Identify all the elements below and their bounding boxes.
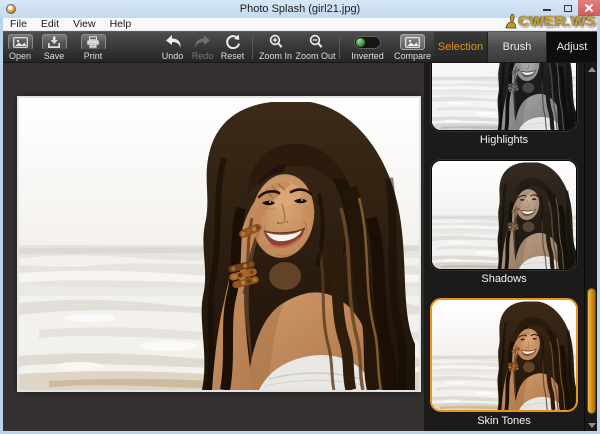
- redo-button[interactable]: Redo: [189, 32, 216, 62]
- scroll-down-button[interactable]: [585, 419, 598, 431]
- menu-view[interactable]: View: [66, 18, 103, 31]
- reset-button[interactable]: Reset: [216, 32, 249, 62]
- save-icon: [41, 34, 67, 50]
- triangle-down-icon: [587, 422, 596, 428]
- thumbnail-label: Skin Tones: [477, 415, 531, 427]
- tab-selection[interactable]: Selection: [434, 32, 487, 62]
- save-label: Save: [43, 51, 65, 61]
- thumbnail-card[interactable]: [431, 160, 577, 270]
- thumbnail-card[interactable]: [431, 63, 577, 131]
- thumbnail-card[interactable]: [430, 298, 578, 412]
- open-button[interactable]: Open: [3, 32, 37, 62]
- effects-panel: Highlights Shadows Skin Tones: [424, 62, 584, 431]
- scroll-up-button[interactable]: [585, 63, 598, 75]
- menu-help[interactable]: Help: [103, 18, 139, 31]
- maximize-icon: [563, 4, 572, 12]
- panel-scrollbar[interactable]: [584, 62, 597, 431]
- undo-label: Undo: [161, 51, 184, 61]
- menubar: File Edit View Help: [3, 18, 597, 31]
- compare-label: Compare: [393, 51, 431, 61]
- close-icon: [585, 4, 593, 12]
- tab-adjust[interactable]: Adjust: [547, 32, 597, 62]
- tab-bar: Selection Brush Adjust: [434, 32, 597, 62]
- compare-button[interactable]: Compare: [392, 32, 433, 62]
- open-icon: [7, 34, 33, 50]
- window-title: Photo Splash (girl21.jpg): [239, 3, 361, 15]
- zoom-in-icon: [268, 34, 284, 49]
- menu-edit[interactable]: Edit: [34, 18, 66, 31]
- thumbnail-label: Shadows: [481, 273, 527, 285]
- reset-icon: [225, 34, 241, 49]
- zoom-out-label: Zoom Out: [295, 51, 336, 61]
- minimize-button[interactable]: [536, 0, 557, 16]
- tab-brush[interactable]: Brush: [487, 32, 547, 62]
- print-label: Print: [83, 51, 103, 61]
- undo-icon: [164, 34, 182, 49]
- inverted-label: Inverted: [351, 51, 384, 61]
- zoom-in-label: Zoom In: [258, 51, 292, 61]
- inverted-toggle[interactable]: Inverted: [345, 32, 390, 62]
- toolbar-separator: [252, 35, 253, 59]
- image-viewport: [3, 62, 424, 431]
- zoom-out-icon: [308, 34, 324, 49]
- toolbar: Open Save Print Undo Redo Reset Zoom In …: [3, 31, 597, 62]
- zoom-in-button[interactable]: Zoom In: [256, 32, 295, 62]
- reset-label: Reset: [220, 51, 245, 61]
- thumbnail-label: Highlights: [479, 134, 529, 146]
- maximize-button[interactable]: [557, 0, 578, 16]
- toolbar-separator: [339, 35, 340, 59]
- open-label: Open: [8, 51, 32, 61]
- toggle-knob-green: [356, 38, 365, 47]
- main-photo[interactable]: [17, 96, 421, 392]
- minimize-icon: [542, 9, 551, 11]
- triangle-up-icon: [587, 66, 596, 72]
- undo-button[interactable]: Undo: [156, 32, 189, 62]
- zoom-out-button[interactable]: Zoom Out: [295, 32, 336, 62]
- scrollbar-thumb[interactable]: [587, 288, 596, 414]
- redo-icon: [194, 34, 212, 49]
- close-button[interactable]: [578, 0, 600, 16]
- toggle-switch-icon: [354, 36, 381, 49]
- print-icon: [80, 34, 106, 50]
- app-window: Photo Splash (girl21.jpg) CWER.WS File E…: [0, 0, 600, 434]
- titlebar: Photo Splash (girl21.jpg): [0, 0, 600, 18]
- redo-label: Redo: [191, 51, 214, 61]
- save-button[interactable]: Save: [37, 32, 71, 62]
- compare-icon: [400, 34, 425, 50]
- menu-file[interactable]: File: [3, 18, 34, 31]
- print-button[interactable]: Print: [76, 32, 110, 62]
